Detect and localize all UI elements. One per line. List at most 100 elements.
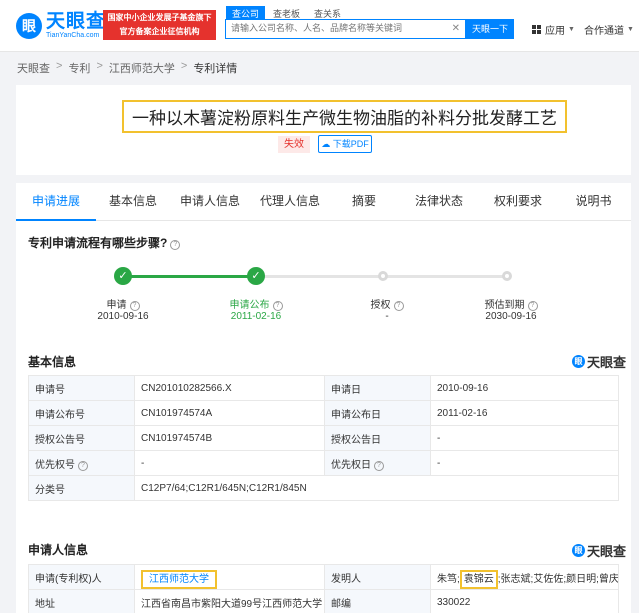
brand-watermark: 眼天眼查	[572, 541, 626, 560]
progress-line-done	[123, 275, 256, 278]
promo-banner[interactable]: 国家中小企业发展子基金旗下 官方备案企业征信机构	[103, 10, 216, 40]
table-key-text: 优先权号	[35, 459, 75, 471]
table-key: 发明人	[324, 564, 431, 590]
breadcrumb-separator: >	[96, 60, 103, 72]
top-header: 眼 天眼查 TianYanCha.com 国家中小企业发展子基金旗下 官方备案企…	[0, 0, 639, 52]
step-label: 申请?	[73, 296, 173, 311]
table-value: CN101974574B	[134, 425, 325, 451]
breadcrumb-company[interactable]: 江西师范大学	[109, 60, 175, 76]
status-badge: 失效	[278, 136, 310, 153]
help-icon[interactable]: ?	[272, 301, 283, 311]
table-value: -	[134, 450, 325, 476]
step-label-text: 预估到期	[484, 300, 525, 311]
table-key: 申请日	[324, 375, 431, 401]
tab-progress[interactable]: 申请进展	[16, 183, 96, 221]
progress-timeline: ✓ ✓ 申请? 申请公布? 授权? 预估到期? 2010-09-16 2011-…	[16, 263, 631, 323]
detail-tabs: 申请进展 基本信息 申请人信息 代理人信息 摘要 法律状态 权利要求 说明书	[16, 183, 631, 221]
tab-abstract[interactable]: 摘要	[330, 183, 398, 221]
step-pending-icon	[502, 271, 512, 281]
partner-menu[interactable]: 合作通道 ▼	[584, 22, 634, 37]
brand-text: 天眼查	[587, 544, 627, 559]
tab-agent[interactable]: 代理人信息	[250, 183, 330, 221]
step-label-text: 授权	[370, 300, 391, 311]
tab-description[interactable]: 说明书	[556, 183, 631, 221]
table-value: 2010-09-16	[430, 375, 619, 401]
help-icon[interactable]: ?	[374, 460, 384, 471]
help-icon[interactable]: ?	[393, 301, 404, 311]
step-pending-icon	[378, 271, 388, 281]
table-row: 地址 江西省南昌市紫阳大道99号江西师范大学 邮编 330022	[28, 589, 619, 613]
tab-applicant[interactable]: 申请人信息	[170, 183, 250, 221]
applicant-link[interactable]: 江西师范大学	[141, 569, 217, 589]
breadcrumb-separator: >	[56, 60, 63, 72]
table-row: 申请公布号 CN101974574A 申请公布日 2011-02-16	[28, 400, 619, 426]
breadcrumb: 天眼查 > 专利 > 江西师范大学 > 专利详情	[17, 60, 237, 76]
table-key: 地址	[28, 589, 135, 613]
table-key: 邮编	[324, 589, 431, 613]
table-key: 申请号	[28, 375, 135, 401]
table-value: C12P7/64;C12R1/645N;C12R1/845N	[134, 475, 619, 501]
search-input[interactable]	[231, 23, 451, 33]
breadcrumb-separator: >	[180, 60, 188, 72]
apps-label: 应用	[545, 26, 565, 37]
inventor-text[interactable]: ;张志斌;艾佐佐;颜日明;曾庆桂	[498, 574, 618, 585]
step-date: 2011-02-16	[230, 311, 282, 322]
brand-logo-icon: 眼	[572, 544, 585, 557]
breadcrumb-patent[interactable]: 专利	[68, 60, 90, 76]
banner-line2: 官方备案企业征信机构	[119, 27, 200, 36]
table-row: 优先权号? - 优先权日? -	[28, 450, 619, 476]
tab-basic[interactable]: 基本信息	[96, 183, 170, 221]
table-key: 优先权号?	[28, 450, 135, 476]
download-pdf-button[interactable]: ☁ 下载PDF	[318, 135, 372, 153]
table-value: 朱笃; 袁锦云 ;张志斌;艾佐佐;颜日明;曾庆桂	[430, 564, 619, 590]
chevron-down-icon: ▼	[627, 26, 634, 33]
step-label-text: 申请	[106, 300, 127, 311]
clear-icon[interactable]: ✕	[452, 23, 460, 34]
applicant-info-title: 申请人信息	[28, 543, 89, 557]
table-row: 分类号 C12P7/64;C12R1/645N;C12R1/845N	[28, 475, 619, 501]
basic-info-table: 申请号 CN201010282566.X 申请日 2010-09-16 申请公布…	[28, 375, 619, 501]
search-box: ✕	[225, 19, 466, 39]
tab-claims[interactable]: 权利要求	[480, 183, 556, 221]
step-done-icon: ✓	[247, 267, 265, 285]
table-value: CN201010282566.X	[134, 375, 325, 401]
help-icon[interactable]: ?	[78, 460, 88, 471]
table-value: CN101974574A	[134, 400, 325, 426]
step-label: 预估到期?	[461, 296, 561, 311]
apps-menu[interactable]: 应用 ▼	[532, 22, 575, 37]
applicant-info-table: 申请(专利权)人 江西师范大学 发明人 朱笃; 袁锦云 ;张志斌;艾佐佐;颜日明;曾…	[28, 564, 619, 613]
step-date: -	[385, 311, 389, 322]
help-icon[interactable]: ?	[527, 301, 538, 311]
brand-logo-icon: 眼	[572, 355, 585, 368]
table-value: 330022	[430, 589, 619, 613]
help-icon[interactable]: ?	[170, 240, 181, 250]
table-row: 申请(专利权)人 江西师范大学 发明人 朱笃; 袁锦云 ;张志斌;艾佐佐;颜日明;曾…	[28, 564, 619, 590]
patent-detail-card: 申请进展 基本信息 申请人信息 代理人信息 摘要 法律状态 权利要求 说明书 专…	[16, 183, 631, 613]
step-date: 2030-09-16	[485, 311, 537, 322]
brand-text: 天眼查	[587, 355, 627, 370]
table-key: 授权公告日	[324, 425, 431, 451]
site-logo[interactable]: 眼 天眼查 TianYanCha.com	[16, 9, 106, 43]
table-key: 优先权日?	[324, 450, 431, 476]
progress-title-text: 专利申请流程有哪些步骤?	[28, 236, 168, 250]
table-key-text: 优先权日	[331, 459, 371, 471]
step-done-icon: ✓	[114, 267, 132, 285]
download-pdf-label: 下载PDF	[332, 139, 369, 149]
help-icon[interactable]: ?	[129, 301, 140, 311]
inventor-text[interactable]: 朱笃;	[437, 574, 460, 585]
table-value: 江西师范大学	[134, 564, 325, 590]
breadcrumb-home[interactable]: 天眼查	[17, 60, 50, 76]
logo-mark-icon: 眼	[16, 13, 42, 39]
inventor-highlight[interactable]: 袁锦云	[459, 569, 498, 589]
table-value: 2011-02-16	[430, 400, 619, 426]
chevron-down-icon: ▼	[568, 26, 575, 33]
table-key: 申请公布日	[324, 400, 431, 426]
step-date: 2010-09-16	[97, 311, 149, 322]
logo-cn-text: 天眼查	[46, 11, 107, 32]
table-key: 申请公布号	[28, 400, 135, 426]
table-value: -	[430, 450, 619, 476]
partner-label: 合作通道	[584, 26, 624, 37]
search-button[interactable]: 天眼一下	[466, 19, 514, 39]
tab-legal-status[interactable]: 法律状态	[398, 183, 480, 221]
table-key: 授权公告号	[28, 425, 135, 451]
